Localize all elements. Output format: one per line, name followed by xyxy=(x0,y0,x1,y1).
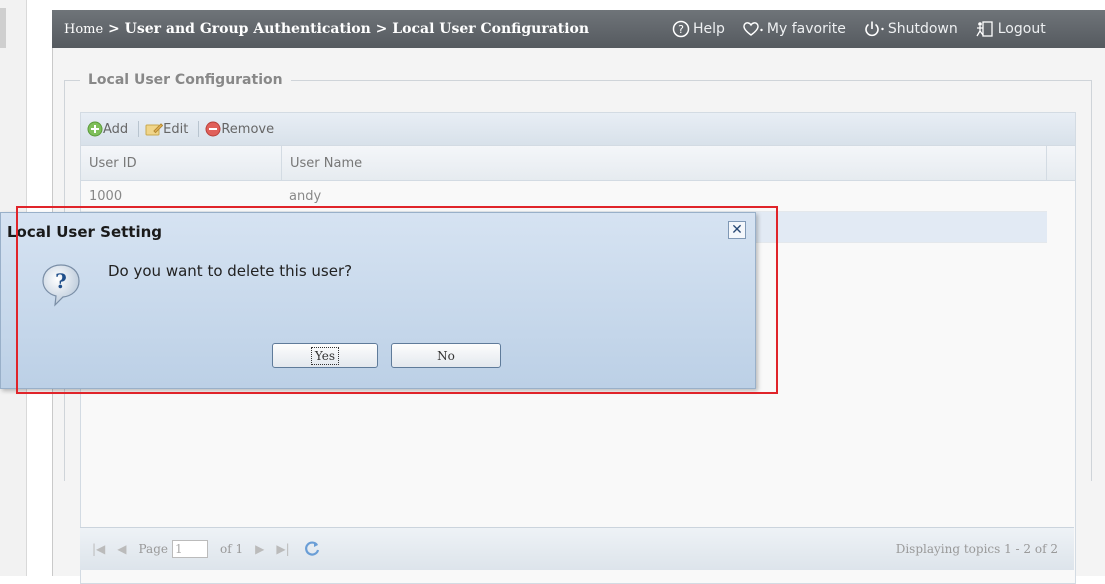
add-label: Add xyxy=(103,121,129,137)
user-id-cell: 1000 xyxy=(89,188,123,204)
add-button[interactable]: Add xyxy=(87,121,128,137)
remove-label: Remove xyxy=(221,121,275,137)
breadcrumb-current: Local User Configuration xyxy=(392,21,590,37)
confirm-dialog: Local User Setting ✕ ? Do you want to de… xyxy=(0,212,756,389)
logout-icon xyxy=(976,21,993,37)
column-header-user-name[interactable]: User Name xyxy=(282,146,1047,180)
breadcrumb-section[interactable]: User and Group Authentication xyxy=(125,21,371,37)
no-button[interactable]: No xyxy=(391,343,501,368)
help-link[interactable]: ? Help xyxy=(672,20,725,38)
toolbar-separator xyxy=(198,121,200,137)
left-strip-notch xyxy=(0,8,6,48)
refresh-icon xyxy=(304,541,319,556)
close-icon: ✕ xyxy=(731,222,743,238)
table-row[interactable]: 1000 andy xyxy=(81,181,1047,212)
remove-button[interactable]: Remove xyxy=(205,121,274,137)
dialog-close-button[interactable]: ✕ xyxy=(728,221,746,239)
panel-title: Local User Configuration xyxy=(80,72,291,88)
first-page-button[interactable]: |◀ xyxy=(92,542,105,556)
help-icon: ? xyxy=(672,20,690,38)
page-total-label: of 1 xyxy=(220,542,244,556)
breadcrumb-separator: > xyxy=(103,21,125,37)
edit-button[interactable]: Edit xyxy=(145,121,188,137)
edit-label: Edit xyxy=(163,121,189,137)
yes-label: Yes xyxy=(310,346,340,365)
page-label: Page xyxy=(138,542,168,556)
svg-text:?: ? xyxy=(55,269,67,293)
heart-icon xyxy=(743,22,763,36)
no-label: No xyxy=(437,348,455,363)
dialog-title: Local User Setting xyxy=(7,223,163,241)
last-page-button[interactable]: ▶| xyxy=(276,542,289,556)
page-number-input[interactable] xyxy=(172,540,208,558)
shutdown-label: Shutdown xyxy=(887,21,958,37)
remove-icon xyxy=(205,121,221,137)
column-header-user-id[interactable]: User ID xyxy=(81,146,282,180)
help-label: Help xyxy=(693,21,725,37)
breadcrumb: Home > User and Group Authentication > L… xyxy=(52,21,672,37)
user-name-cell: andy xyxy=(289,188,322,204)
breadcrumb-separator: > xyxy=(370,21,393,37)
top-bar: Home > User and Group Authentication > L… xyxy=(52,10,1105,48)
previous-page-button[interactable]: ◀ xyxy=(117,542,126,556)
dialog-message: Do you want to delete this user? xyxy=(108,262,353,280)
grid-pager: |◀ ◀ Page of 1 ▶ ▶| Displaying topics 1 … xyxy=(80,527,1074,570)
breadcrumb-home[interactable]: Home xyxy=(64,22,103,37)
toolbar-separator xyxy=(138,121,140,137)
my-favorite-label: My favorite xyxy=(766,21,846,37)
top-navigation: ? Help My favorite Shutdown Logout xyxy=(672,20,1063,38)
display-count: Displaying topics 1 - 2 of 2 xyxy=(895,542,1058,556)
my-favorite-menu[interactable]: My favorite xyxy=(742,21,846,37)
logout-label: Logout xyxy=(997,21,1046,37)
edit-icon xyxy=(145,123,164,136)
power-icon xyxy=(865,21,884,37)
add-icon xyxy=(87,121,103,137)
next-page-button[interactable]: ▶ xyxy=(255,542,264,556)
refresh-button[interactable] xyxy=(302,539,322,559)
svg-text:?: ? xyxy=(678,23,684,36)
yes-button[interactable]: Yes xyxy=(272,343,378,368)
grid-header: User ID User Name xyxy=(81,145,1075,181)
logout-link[interactable]: Logout xyxy=(975,20,1046,38)
shutdown-menu[interactable]: Shutdown xyxy=(863,20,958,38)
grid-toolbar: Add Edit Remove xyxy=(81,113,1075,145)
question-icon: ? xyxy=(39,261,83,313)
